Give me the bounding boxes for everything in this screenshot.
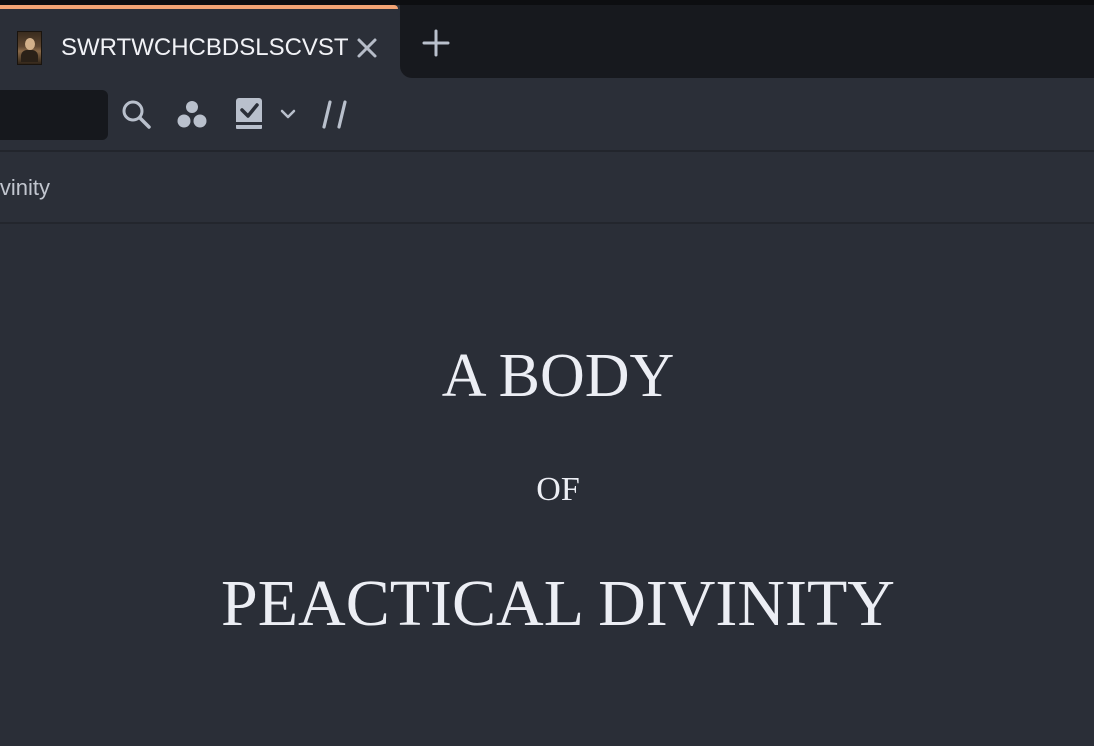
document-title-line-3: PEACTICAL DIVINITY (221, 567, 895, 640)
document-view: A BODY OF PEACTICAL DIVINITY (0, 224, 1094, 746)
document-title-line-1: A BODY (441, 342, 675, 410)
tab-strip-empty-area[interactable] (400, 5, 1094, 78)
close-icon[interactable] (354, 35, 380, 61)
document-title-line-2: OF (536, 471, 580, 508)
toolbar (0, 78, 1094, 152)
portrait-thumbnail-icon (17, 31, 42, 65)
portrait-body (21, 50, 38, 62)
tab-title: SWRTWCHCBDSLSCVST (61, 34, 349, 61)
book-check-icon[interactable] (232, 94, 266, 134)
browser-window: SWRTWCHCBDSLSCVST vinity A BODY OF PEACT… (0, 0, 1094, 746)
tab-active[interactable]: SWRTWCHCBDSLSCVST (0, 5, 400, 78)
tab-active-accent (0, 5, 398, 9)
portrait-face (25, 38, 35, 50)
address-input[interactable] (0, 90, 108, 140)
plus-icon[interactable] (420, 27, 452, 59)
search-icon[interactable] (118, 94, 154, 134)
chevron-down-icon[interactable] (276, 94, 300, 134)
three-dots-cluster-icon[interactable] (174, 94, 210, 134)
tab-strip: SWRTWCHCBDSLSCVST (0, 0, 1094, 78)
breadcrumb[interactable]: Divinity (0, 174, 50, 202)
breadcrumb-bar: Divinity (0, 152, 1094, 224)
double-slash-icon[interactable] (318, 94, 352, 134)
